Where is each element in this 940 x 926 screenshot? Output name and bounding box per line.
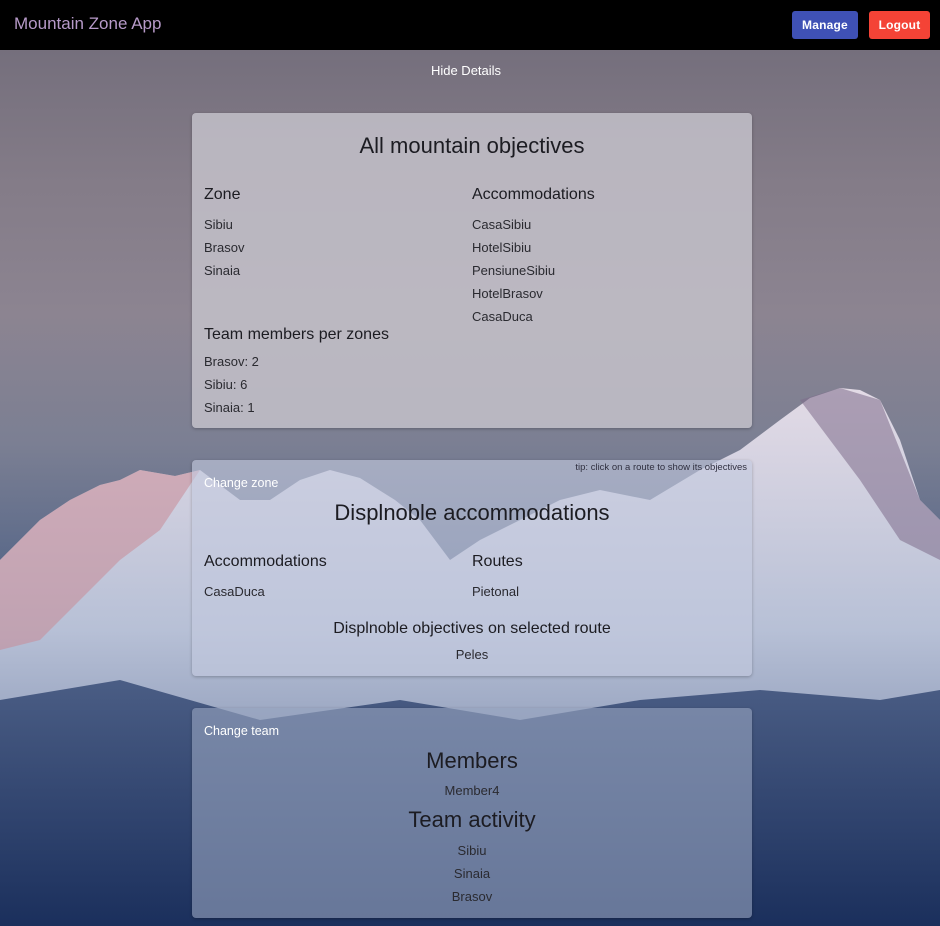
team-members-item: Sibiu: 6	[204, 377, 248, 392]
team-members-item: Brasov: 2	[204, 354, 259, 369]
accommodation-item: HotelSibiu	[472, 240, 532, 255]
manage-button[interactable]: Manage	[792, 11, 858, 39]
route-objectives-heading: Displnoble objectives on selected route	[333, 620, 611, 637]
team-activity-heading: Team activity	[408, 807, 536, 832]
route-objective-item: Peles	[455, 647, 489, 662]
zone-card: Change zone tip: click on a route to sho…	[192, 460, 752, 676]
team-members-heading: Team members per zones	[204, 326, 389, 343]
app-title[interactable]: Mountain Zone App	[14, 14, 161, 34]
hide-details-toggle[interactable]: Hide Details	[0, 63, 932, 78]
change-zone-link[interactable]: Change zone	[204, 476, 278, 490]
zone-item: Sinaia	[204, 263, 241, 278]
objectives-title: All mountain objectives	[359, 133, 585, 158]
team-card: Change team Members Member4 Team activit…	[192, 708, 752, 918]
accommodation-item: PensiuneSibiu	[472, 263, 556, 278]
change-team-link[interactable]: Change team	[204, 724, 279, 738]
navbar: Mountain Zone App Manage Logout	[0, 0, 940, 50]
zone-heading: Zone	[204, 186, 241, 203]
members-heading: Members	[426, 748, 518, 773]
zone-card-title: Displnoble accommodations	[334, 500, 610, 525]
objectives-card: All mountain objectives Zone Sibiu Braso…	[192, 113, 752, 428]
route-item[interactable]: Pietonal	[472, 584, 519, 599]
team-activity-item: Brasov	[451, 889, 493, 904]
accommodation-item: HotelBrasov	[472, 286, 543, 301]
zone-item: Sibiu	[204, 217, 233, 232]
accommodation-item: CasaSibiu	[472, 217, 532, 232]
team-activity-item: Sinaia	[453, 866, 491, 881]
zone-accommodation-item: CasaDuca	[204, 584, 265, 599]
zone-accommodations-heading: Accommodations	[204, 553, 327, 570]
route-tip: tip: click on a route to show its object…	[575, 462, 747, 473]
zone-item: Brasov	[204, 240, 245, 255]
logout-button[interactable]: Logout	[869, 11, 930, 39]
team-members-item: Sinaia: 1	[204, 400, 255, 415]
team-activity-item: Sibiu	[457, 843, 487, 858]
member-item: Member4	[444, 783, 500, 798]
accommodation-item: CasaDuca	[472, 309, 533, 324]
routes-heading: Routes	[472, 553, 523, 570]
accommodations-heading: Accommodations	[472, 186, 595, 203]
